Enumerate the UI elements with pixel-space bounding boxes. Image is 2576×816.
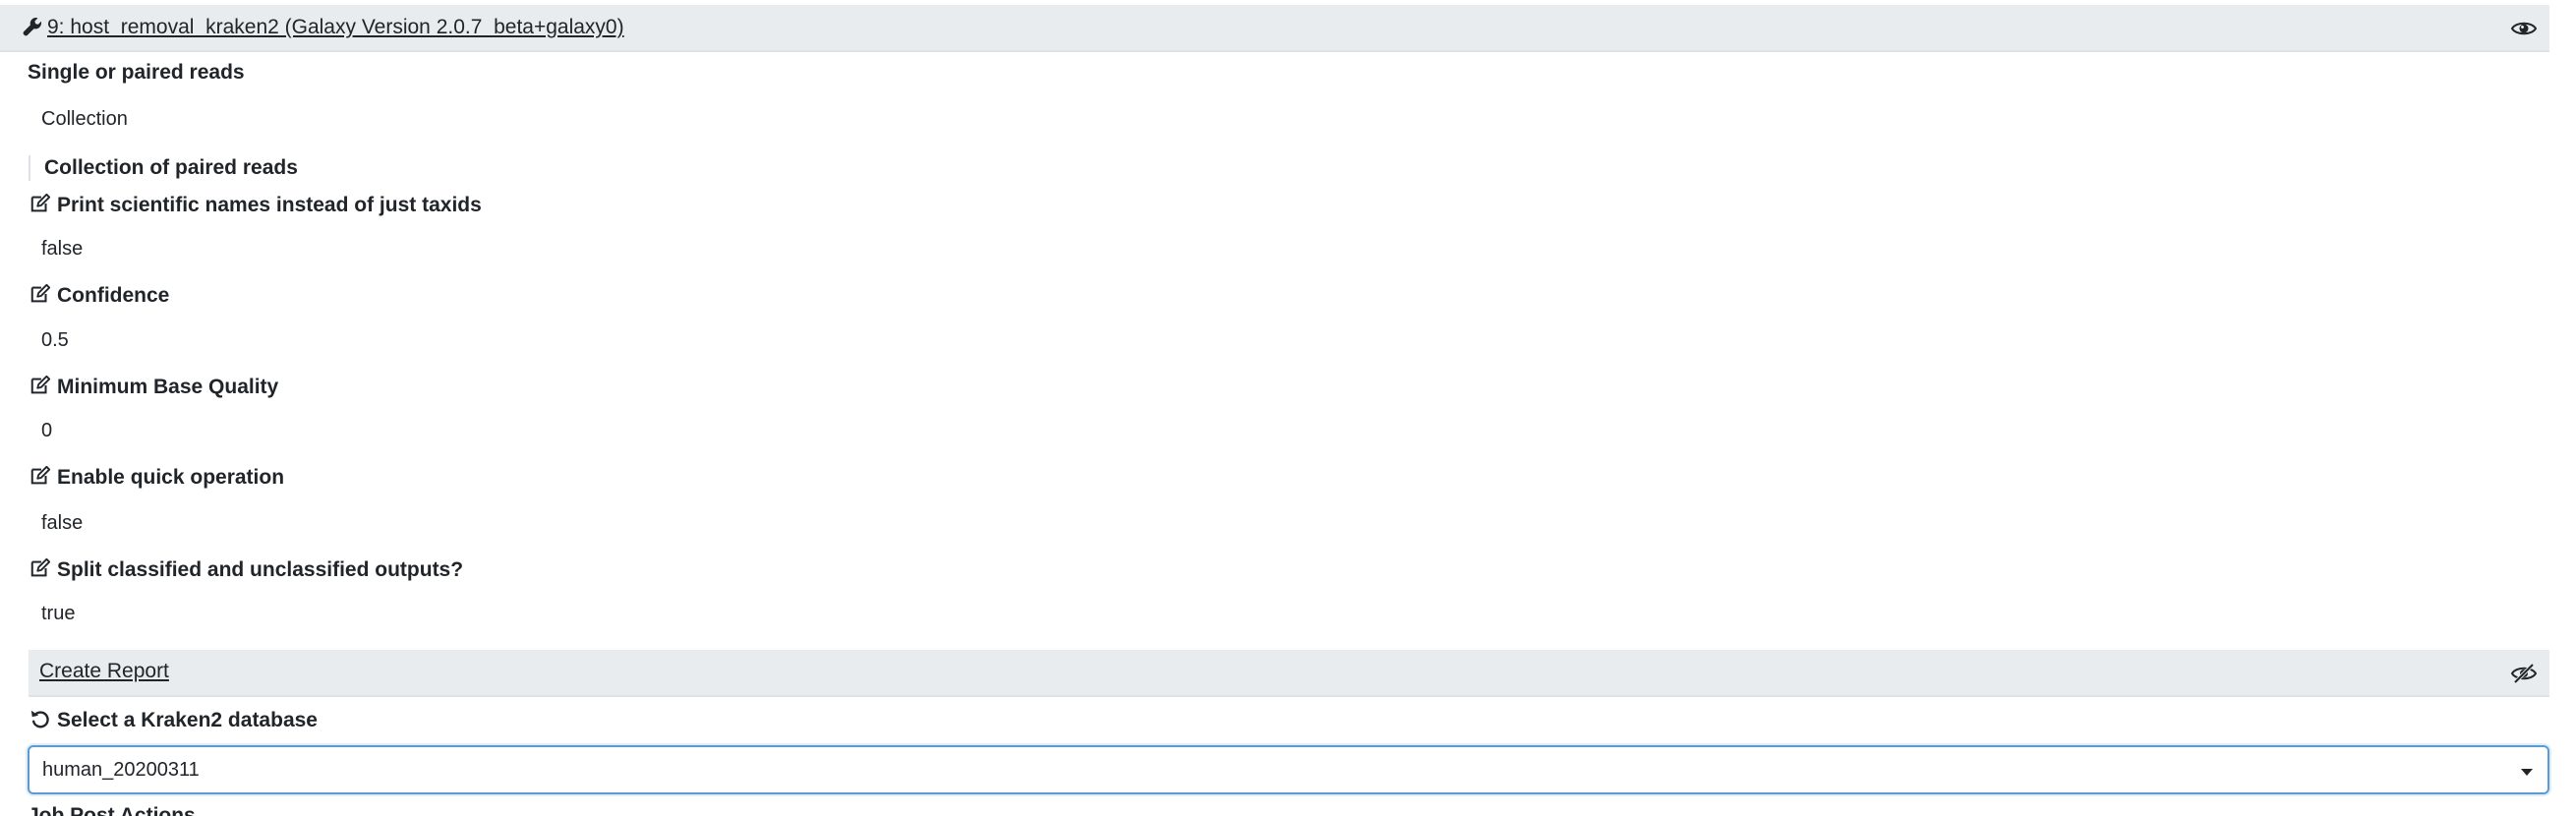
param-value-print-scientific-names: false (41, 238, 84, 260)
job-post-actions-label[interactable]: Job Post Actions (28, 802, 196, 816)
edit-icon[interactable] (29, 557, 51, 579)
param-value-minimum-base-quality: 0 (41, 420, 53, 441)
param-label-confidence: Confidence (29, 282, 169, 310)
database-label: Select a Kraken2 database (29, 707, 318, 734)
edit-icon[interactable] (29, 375, 51, 396)
param-label-enable-quick-operation: Enable quick operation (29, 464, 284, 492)
database-select[interactable]: human_20200311 (28, 745, 2549, 794)
step-title[interactable]: 9: host_removal_kraken2 (Galaxy Version … (47, 14, 624, 41)
database-select-value: human_20200311 (42, 759, 200, 781)
param-label-split-classified: Split classified and unclassified output… (29, 556, 463, 584)
undo-icon[interactable] (29, 708, 51, 729)
create-report-section[interactable]: Create Report (29, 650, 2549, 697)
workflow-step-editor: 9: host_removal_kraken2 (Galaxy Version … (0, 0, 2576, 816)
create-report-title[interactable]: Create Report (39, 658, 169, 685)
param-value-confidence: 0.5 (41, 329, 69, 351)
subsection-label: Collection of paired reads (44, 156, 298, 179)
param-label-single-or-paired: Single or paired reads (28, 61, 245, 84)
edit-icon[interactable] (29, 283, 51, 305)
param-value-single-or-paired: Collection (41, 108, 128, 130)
caret-down-icon (2521, 769, 2533, 776)
edit-icon[interactable] (29, 465, 51, 487)
param-value-enable-quick-operation: false (41, 512, 84, 534)
step-header[interactable]: 9: host_removal_kraken2 (Galaxy Version … (0, 5, 2549, 52)
edit-icon[interactable] (29, 193, 51, 214)
param-value-split-classified: true (41, 603, 76, 624)
eye-icon[interactable] (2510, 18, 2538, 39)
param-label-print-scientific-names: Print scientific names instead of just t… (29, 192, 482, 219)
eye-slash-icon[interactable] (2510, 663, 2538, 684)
param-label-minimum-base-quality: Minimum Base Quality (29, 374, 278, 401)
subsection-paired-collection: Collection of paired reads (29, 155, 298, 181)
wrench-icon (23, 18, 42, 36)
